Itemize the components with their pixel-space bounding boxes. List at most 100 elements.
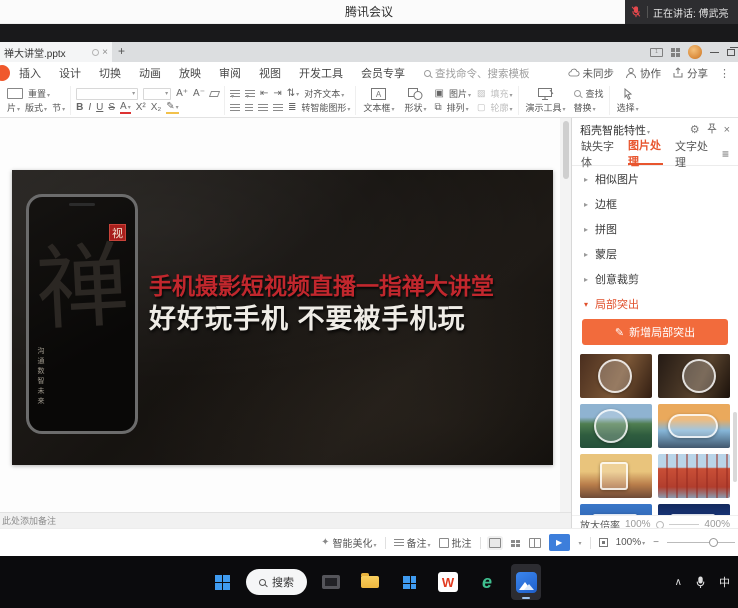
strikethrough-button[interactable]: S — [108, 102, 115, 113]
line-spacing-icon[interactable]: ⇅ — [287, 88, 299, 99]
zoom-slider-knob[interactable] — [709, 538, 718, 547]
slide-subtitle-text[interactable]: 好好玩手机 不要被手机玩 — [149, 297, 466, 336]
smart-beautify-button[interactable]: ✦ 智能美化 — [321, 535, 376, 550]
section-border[interactable]: 边框 — [572, 191, 738, 216]
section-local-highlight[interactable]: 局部突出 — [572, 291, 738, 316]
comments-button[interactable]: 批注 — [439, 535, 472, 550]
zoom-percent[interactable]: 100% — [616, 537, 646, 548]
sync-status[interactable]: 未同步 — [568, 66, 615, 81]
replace-button[interactable]: 替换 — [574, 101, 596, 114]
menu-view[interactable]: 视图 — [250, 65, 290, 81]
align-center-icon[interactable] — [245, 104, 253, 112]
widgets-button[interactable] — [394, 564, 424, 600]
thumbnail-blue-city-rect[interactable] — [580, 504, 652, 515]
add-local-highlight-button[interactable]: ✎ 新增局部突出 — [582, 319, 728, 345]
section-creative-crop[interactable]: 创意裁剪 — [572, 266, 738, 291]
clear-format-icon[interactable] — [209, 91, 220, 97]
select-column[interactable]: 选择 — [615, 87, 641, 114]
panel-scrollbar[interactable] — [733, 412, 737, 482]
play-options-caret[interactable] — [578, 537, 582, 548]
justify-icon[interactable] — [273, 104, 283, 112]
align-right-icon[interactable] — [258, 104, 268, 112]
section-button[interactable]: 节 — [52, 101, 65, 114]
thumbnail-lake-circle[interactable] — [580, 404, 652, 448]
restore-button[interactable] — [727, 49, 735, 56]
magnify-slider-track[interactable] — [669, 524, 700, 525]
ime-indicator[interactable]: 中 — [719, 574, 730, 590]
tab-text-processing[interactable]: 文字处理 — [675, 142, 710, 165]
menu-member[interactable]: 会员专享 — [352, 65, 414, 81]
pin-icon[interactable] — [707, 123, 717, 137]
font-family-select[interactable] — [76, 88, 138, 100]
bullets-button[interactable] — [230, 90, 240, 98]
outline-button[interactable]: 轮廓 — [490, 101, 512, 114]
section-collage[interactable]: 拼图 — [572, 216, 738, 241]
slide-sorter-view-button[interactable] — [509, 538, 521, 548]
italic-button[interactable]: I — [88, 102, 91, 113]
arrange-button[interactable]: 排列 — [447, 101, 469, 114]
align-text-button[interactable]: 对齐文本 — [304, 87, 344, 100]
subscript-button[interactable]: X₂ — [151, 102, 162, 113]
superscript-button[interactable]: X² — [136, 102, 146, 113]
slide[interactable]: 禅 视 沟通数智未来 手机摄影短视频直播一指禅大讲堂 好好玩手机 不要被手机玩 — [12, 170, 553, 465]
normal-view-button[interactable] — [489, 538, 501, 548]
user-avatar[interactable] — [688, 45, 702, 59]
notes-button[interactable]: 备注 — [394, 535, 431, 550]
menu-review[interactable]: 审阅 — [210, 65, 250, 81]
fill-button[interactable]: 填充 — [490, 87, 512, 100]
reset-button[interactable]: 重置 — [28, 87, 50, 100]
fit-to-window-icon[interactable] — [599, 538, 608, 547]
command-search[interactable]: 查找命令、搜索模板 — [424, 66, 530, 81]
font-color-button[interactable]: A — [120, 101, 131, 114]
panel-close-icon[interactable]: × — [724, 125, 730, 136]
picture-button[interactable]: 图片 — [449, 87, 471, 100]
decrease-indent-icon[interactable]: ⇤ — [260, 88, 268, 99]
wps-logo-icon[interactable] — [0, 65, 10, 81]
shape-column[interactable]: 形状 — [402, 87, 428, 114]
task-window-thumbnail[interactable] — [316, 564, 346, 600]
taskbar-search[interactable]: 搜索 — [246, 569, 307, 595]
thumbnail-city-pill[interactable] — [658, 404, 730, 448]
new-tab-button[interactable]: + — [118, 44, 125, 58]
slideshow-play-button[interactable]: ▶ — [549, 534, 570, 551]
slide-title-text[interactable]: 手机摄影短视频直播一指禅大讲堂 — [149, 267, 494, 301]
chevron-up-icon[interactable]: ∧ — [675, 577, 682, 588]
thumbnail-pen-circle[interactable] — [658, 354, 730, 398]
grow-font-button[interactable]: A⁺ — [176, 88, 188, 99]
panel-menu-icon[interactable]: ≡ — [722, 147, 729, 161]
highlight-button[interactable]: ✎ — [166, 101, 178, 114]
gear-icon[interactable]: ⚙ — [690, 125, 700, 136]
increase-indent-icon[interactable]: ⇥ — [273, 88, 281, 99]
smart-graphic-button[interactable]: 转智能图形 — [301, 101, 350, 114]
start-button[interactable] — [207, 564, 237, 600]
active-app-button[interactable] — [511, 564, 541, 600]
menu-slideshow[interactable]: 放映 — [170, 65, 210, 81]
thumbnail-bridge[interactable] — [658, 454, 730, 498]
wps-app-button[interactable]: W — [433, 564, 463, 600]
menu-transition[interactable]: 切换 — [90, 65, 130, 81]
present-tools-column[interactable]: 演示工具 — [524, 87, 568, 114]
zoom-out-button[interactable]: − — [653, 537, 659, 548]
scrollbar-thumb[interactable] — [563, 121, 569, 179]
thumbnail-sunset-square[interactable] — [580, 454, 652, 498]
menu-insert[interactable]: 插入 — [10, 65, 50, 81]
font-size-select[interactable] — [143, 88, 171, 100]
menu-devtools[interactable]: 开发工具 — [290, 65, 352, 81]
textbox-column[interactable]: A 文本框 — [361, 87, 396, 114]
canvas-scrollbar[interactable] — [560, 118, 571, 512]
find-button[interactable]: 查找 — [586, 87, 604, 100]
workbench-grid-icon[interactable] — [671, 48, 680, 57]
minimize-button[interactable] — [710, 52, 719, 53]
share-button[interactable]: 分享 — [672, 66, 708, 81]
tab-image-processing[interactable]: 图片处理 — [628, 142, 663, 165]
new-slide-button[interactable]: 片 — [7, 101, 20, 114]
browser-button[interactable]: e — [472, 564, 502, 600]
more-menu-button[interactable]: ⋮ — [719, 67, 730, 80]
document-tab[interactable]: 禅大讲堂.pptx × — [0, 42, 112, 62]
notes-bar[interactable]: 此处添加备注 — [0, 512, 571, 528]
shrink-font-button[interactable]: A⁻ — [193, 88, 205, 99]
distribute-icon[interactable]: ≣ — [288, 102, 296, 113]
tab-missing-fonts[interactable]: 缺失字体 — [581, 142, 616, 165]
numbering-button[interactable] — [245, 90, 255, 98]
section-similar-images[interactable]: 相似图片 — [572, 166, 738, 191]
